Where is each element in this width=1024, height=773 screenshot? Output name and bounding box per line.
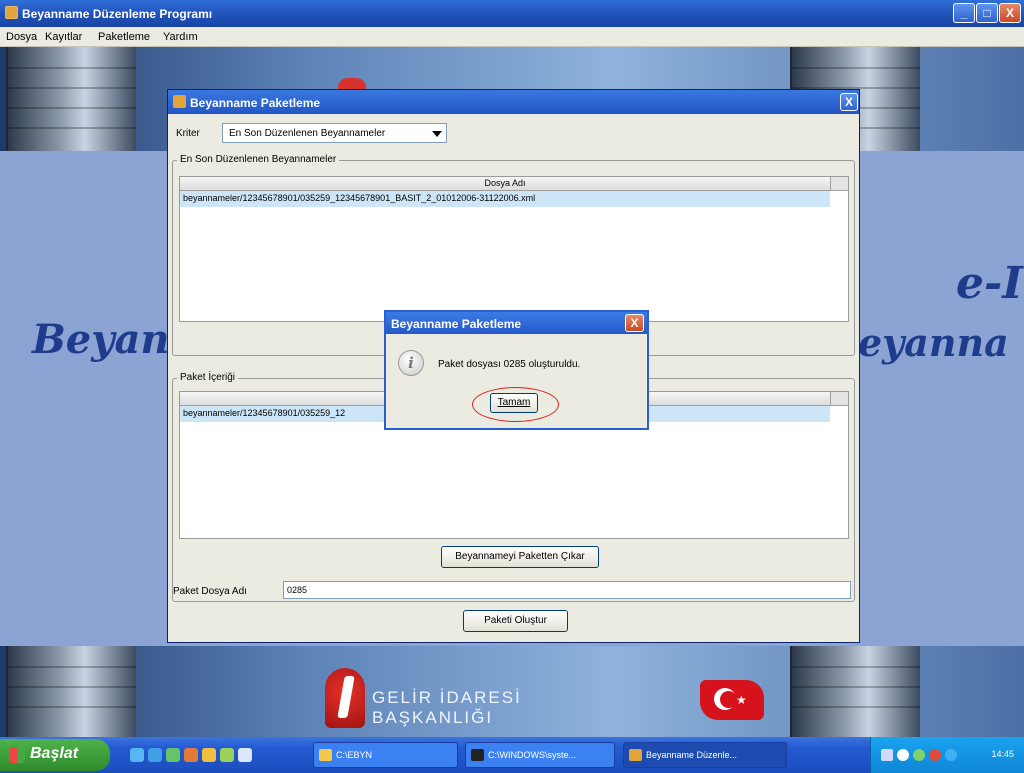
quicklaunch-search-icon[interactable] xyxy=(238,748,252,762)
chevron-down-icon[interactable] xyxy=(432,131,442,137)
recent-declarations-group-title: En Son Düzenlenen Beyannameler xyxy=(177,154,340,165)
recent-declarations-table: Dosya Adı beyannameler/12345678901/03525… xyxy=(179,176,849,322)
gib-logo xyxy=(325,668,365,728)
menu-yardim[interactable]: Yardım xyxy=(163,31,198,43)
message-dialog-close-button[interactable]: X xyxy=(625,314,644,332)
criteria-dropdown[interactable]: En Son Düzenlenen Beyannameler xyxy=(222,123,447,143)
table-row[interactable]: beyannameler/12345678901/035259_12345678… xyxy=(180,191,830,207)
background-text-left: Beyan xyxy=(32,316,170,363)
quicklaunch-app-icon[interactable] xyxy=(184,748,198,762)
packaging-window-title: Beyanname Paketleme xyxy=(190,96,321,110)
menu-dosya[interactable]: Dosya xyxy=(6,31,37,43)
clock: 14:45 xyxy=(991,749,1014,759)
logo-text-line1: GELİR İDARESİ xyxy=(372,688,522,707)
remove-from-package-button[interactable]: Beyannameyi Paketten Çıkar xyxy=(441,546,599,568)
quicklaunch-player-icon[interactable] xyxy=(220,748,234,762)
building-image-left-bottom xyxy=(6,646,136,737)
start-button[interactable]: Başlat xyxy=(0,739,110,771)
building-image-right-bottom xyxy=(790,646,920,737)
taskbar-item-console-label: C:\WINDOWS\syste... xyxy=(488,750,577,760)
app-icon xyxy=(5,6,18,19)
taskbar-item-beyanname[interactable]: Beyanname Düzenle... xyxy=(623,742,787,768)
minimize-button[interactable]: _ xyxy=(953,3,975,23)
maximize-button[interactable]: □ xyxy=(976,3,998,23)
tray-network-icon[interactable] xyxy=(913,749,925,761)
info-icon: i xyxy=(398,350,424,376)
start-button-label: Başlat xyxy=(30,745,79,762)
message-dialog-title: Beyanname Paketleme xyxy=(391,317,522,331)
building-image-left-top xyxy=(6,47,136,151)
app-icon xyxy=(629,749,642,761)
quicklaunch-browser-icon[interactable] xyxy=(148,748,162,762)
close-button[interactable]: X xyxy=(999,3,1021,23)
logo-text-line2: BAŞKANLIĞI xyxy=(372,708,494,727)
message-dialog: Beyanname Paketleme X i Paket dosyası 02… xyxy=(384,310,649,430)
message-text: Paket dosyası 0285 oluşturuldu. xyxy=(438,359,581,370)
package-file-name-label: Paket Dosya Adı xyxy=(173,586,247,597)
menu-bar: Dosya Kayıtlar Paketleme Yardım xyxy=(0,27,1024,47)
taskbar: Başlat C:\EBYN C:\WINDOWS\syste... Beyan… xyxy=(0,737,1024,773)
quicklaunch-desktop-icon[interactable] xyxy=(130,748,144,762)
taskbar-item-folder[interactable]: C:\EBYN xyxy=(313,742,458,768)
create-package-button[interactable]: Paketi Oluştur xyxy=(463,610,568,632)
menu-kayitlar[interactable]: Kayıtlar xyxy=(45,31,82,43)
console-icon xyxy=(471,749,484,761)
quicklaunch-tool-icon[interactable] xyxy=(202,748,216,762)
packaging-window-close-button[interactable]: X xyxy=(840,93,858,111)
column-header-file-name[interactable]: Dosya Adı xyxy=(180,177,830,191)
message-dialog-title-bar[interactable]: Beyanname Paketleme X xyxy=(386,312,647,334)
package-file-name-input[interactable]: 0285 xyxy=(283,581,851,599)
windows-logo-icon xyxy=(9,747,25,763)
criteria-dropdown-value: En Son Düzenlenen Beyannameler xyxy=(229,128,386,139)
tray-update-icon[interactable] xyxy=(945,749,957,761)
criteria-label: Kriter xyxy=(176,128,200,139)
tray-keyboard-icon[interactable] xyxy=(881,749,893,761)
packaging-window-icon xyxy=(173,95,186,108)
taskbar-item-folder-label: C:\EBYN xyxy=(336,750,373,760)
folder-icon xyxy=(319,749,332,761)
ok-button[interactable]: Tamam xyxy=(490,393,538,413)
packaging-window-title-bar[interactable]: Beyanname Paketleme X xyxy=(168,90,859,114)
taskbar-item-beyanname-label: Beyanname Düzenle... xyxy=(646,750,738,760)
package-content-group-title: Paket İçeriği xyxy=(177,372,239,383)
background-text-right-bottom: eyanna xyxy=(858,320,1009,365)
main-title-bar: Beyanname Düzenleme Programı _ □ X xyxy=(0,0,1024,27)
taskbar-item-console[interactable]: C:\WINDOWS\syste... xyxy=(465,742,615,768)
window-title: Beyanname Düzenleme Programı xyxy=(22,7,213,21)
system-tray: 14:45 xyxy=(870,737,1024,773)
menu-paketleme[interactable]: Paketleme xyxy=(98,31,150,43)
tray-volume-icon[interactable] xyxy=(897,749,909,761)
tray-security-icon[interactable] xyxy=(929,749,941,761)
quicklaunch-media-icon[interactable] xyxy=(166,748,180,762)
turkish-flag-icon: ★ xyxy=(700,680,764,720)
background-text-right-top: e-I xyxy=(956,258,1023,309)
